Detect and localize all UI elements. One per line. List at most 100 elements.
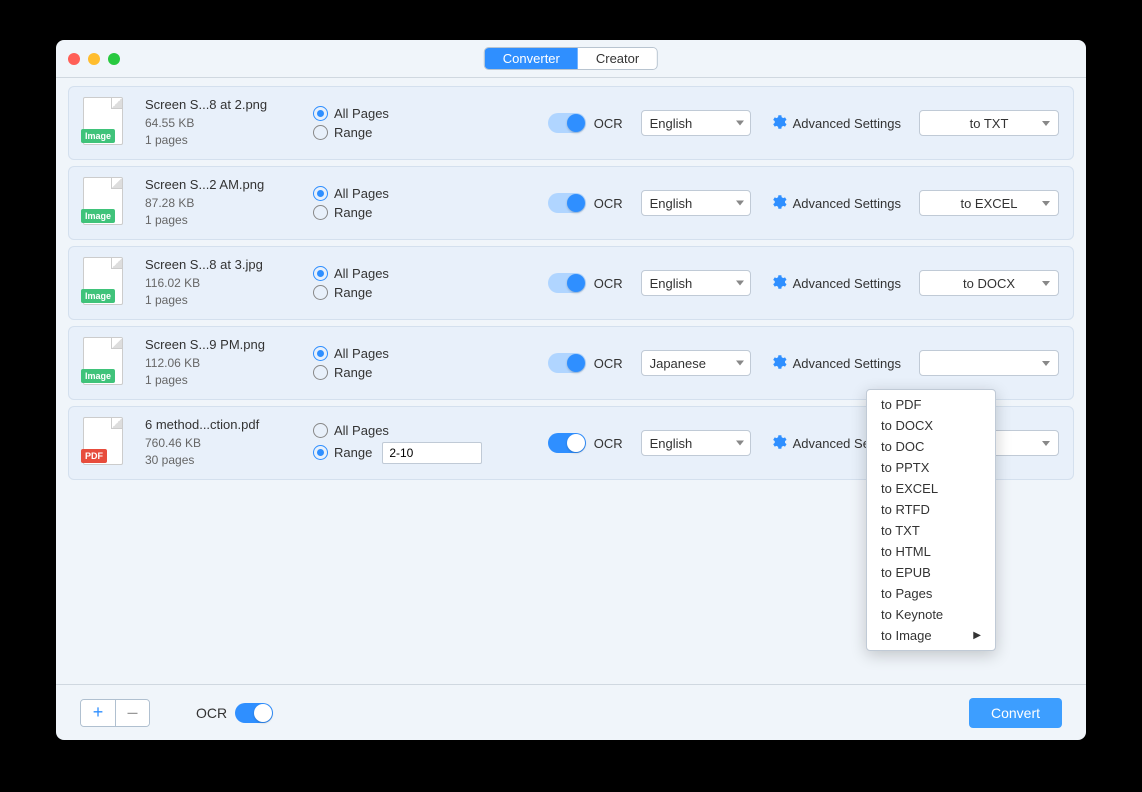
dropdown-item[interactable]: to DOCX (867, 415, 995, 436)
output-format-select[interactable]: to TXT (919, 110, 1059, 136)
file-name: Screen S...8 at 3.jpg (145, 257, 295, 272)
gear-icon (769, 353, 787, 374)
mode-segmented-control[interactable]: Converter Creator (484, 47, 658, 70)
file-size: 760.46 KB (145, 435, 295, 452)
dropdown-item[interactable]: to EXCEL (867, 478, 995, 499)
page-selection: All Pages Range (313, 419, 493, 468)
file-name: Screen S...8 at 2.png (145, 97, 295, 112)
ocr-group: OCR (548, 433, 623, 453)
footer: + – OCR Convert (56, 684, 1086, 740)
dropdown-item[interactable]: to HTML (867, 541, 995, 562)
format-dropdown-menu[interactable]: to PDFto DOCXto DOCto PPTXto EXCELto RTF… (866, 389, 996, 651)
tab-converter[interactable]: Converter (485, 48, 578, 69)
advanced-label: Advanced Settings (793, 356, 901, 371)
app-window: Converter Creator Image Screen S...8 at 2… (56, 40, 1086, 740)
advanced-label: Advanced Settings (793, 116, 901, 131)
all-pages-radio[interactable]: All Pages (313, 106, 493, 121)
page-selection: All Pages Range (313, 262, 493, 304)
dropdown-item[interactable]: to EPUB (867, 562, 995, 583)
minimize-button[interactable] (88, 53, 100, 65)
file-type-badge: Image (81, 369, 115, 383)
remove-file-button[interactable]: – (115, 700, 149, 726)
range-radio[interactable]: Range (313, 125, 493, 140)
language-select[interactable]: English (641, 270, 751, 296)
ocr-label: OCR (594, 116, 623, 131)
range-radio[interactable]: Range (313, 285, 493, 300)
ocr-toggle[interactable] (548, 273, 586, 293)
all-pages-radio[interactable]: All Pages (313, 266, 493, 281)
advanced-label: Advanced Settings (793, 196, 901, 211)
all-pages-radio[interactable]: All Pages (313, 423, 493, 438)
range-radio[interactable]: Range (313, 365, 493, 380)
gear-icon (769, 433, 787, 454)
footer-ocr-label: OCR (196, 705, 227, 721)
file-name: 6 method...ction.pdf (145, 417, 295, 432)
output-format-select[interactable] (919, 350, 1059, 376)
page-selection: All Pages Range (313, 182, 493, 224)
range-input[interactable] (382, 442, 482, 464)
dropdown-item[interactable]: to Keynote (867, 604, 995, 625)
output-format-select[interactable]: to DOCX (919, 270, 1059, 296)
advanced-settings-button[interactable]: Advanced Settings (769, 113, 901, 134)
add-remove-group: + – (80, 699, 150, 727)
page-selection: All Pages Range (313, 102, 493, 144)
file-pages: 1 pages (145, 132, 295, 149)
dropdown-item[interactable]: to PPTX (867, 457, 995, 478)
advanced-settings-button[interactable]: Advanced Settings (769, 193, 901, 214)
submenu-arrow-icon: ▶ (973, 630, 981, 641)
file-name: Screen S...2 AM.png (145, 177, 295, 192)
page-selection: All Pages Range (313, 342, 493, 384)
ocr-label: OCR (594, 356, 623, 371)
file-info: Screen S...9 PM.png112.06 KB1 pages (145, 337, 295, 389)
language-select[interactable]: English (641, 430, 751, 456)
file-pages: 30 pages (145, 452, 295, 469)
file-row[interactable]: Image Screen S...8 at 2.png 64.55 KB1 page… (68, 86, 1074, 160)
tab-creator[interactable]: Creator (578, 48, 657, 69)
file-size: 64.55 KB (145, 115, 295, 132)
file-info: 6 method...ction.pdf 760.46 KB30 pages (145, 417, 295, 469)
ocr-toggle[interactable] (548, 433, 586, 453)
ocr-toggle[interactable] (548, 113, 586, 133)
file-thumbnail: Image (83, 257, 127, 309)
range-radio[interactable]: Range (313, 205, 493, 220)
advanced-label: Advanced Settings (793, 276, 901, 291)
gear-icon (769, 113, 787, 134)
dropdown-item[interactable]: to Pages (867, 583, 995, 604)
maximize-button[interactable] (108, 53, 120, 65)
convert-button[interactable]: Convert (969, 698, 1062, 728)
ocr-label: OCR (594, 196, 623, 211)
ocr-toggle[interactable] (548, 193, 586, 213)
file-row[interactable]: Image Screen S...8 at 3.jpg116.02 KB1 pag… (68, 246, 1074, 320)
ocr-toggle[interactable] (548, 353, 586, 373)
file-info: Screen S...8 at 3.jpg116.02 KB1 pages (145, 257, 295, 309)
dropdown-item[interactable]: to TXT (867, 520, 995, 541)
advanced-settings-button[interactable]: Advanced Settings (769, 273, 901, 294)
file-pages: 1 pages (145, 372, 295, 389)
add-file-button[interactable]: + (81, 700, 115, 726)
file-row[interactable]: Image Screen S...2 AM.png87.28 KB1 pages A… (68, 166, 1074, 240)
file-type-badge: Image (81, 289, 115, 303)
output-format-select[interactable]: to EXCEL (919, 190, 1059, 216)
file-info: Screen S...2 AM.png87.28 KB1 pages (145, 177, 295, 229)
all-pages-radio[interactable]: All Pages (313, 186, 493, 201)
language-select[interactable]: English (641, 190, 751, 216)
dropdown-item[interactable]: to DOC (867, 436, 995, 457)
gear-icon (769, 273, 787, 294)
ocr-group: OCR (548, 353, 623, 373)
titlebar: Converter Creator (56, 40, 1086, 78)
range-radio[interactable]: Range (313, 442, 493, 464)
language-select[interactable]: English (641, 110, 751, 136)
file-type-badge: Image (81, 209, 115, 223)
language-select[interactable]: Japanese (641, 350, 751, 376)
file-thumbnail: Image (83, 97, 127, 149)
advanced-settings-button[interactable]: Advanced Settings (769, 353, 901, 374)
footer-ocr-toggle[interactable] (235, 703, 273, 723)
dropdown-item[interactable]: to Image▶ (867, 625, 995, 646)
file-thumbnail: Image (83, 177, 127, 229)
dropdown-item[interactable]: to RTFD (867, 499, 995, 520)
ocr-label: OCR (594, 436, 623, 451)
close-button[interactable] (68, 53, 80, 65)
ocr-group: OCR (548, 193, 623, 213)
all-pages-radio[interactable]: All Pages (313, 346, 493, 361)
dropdown-item[interactable]: to PDF (867, 394, 995, 415)
